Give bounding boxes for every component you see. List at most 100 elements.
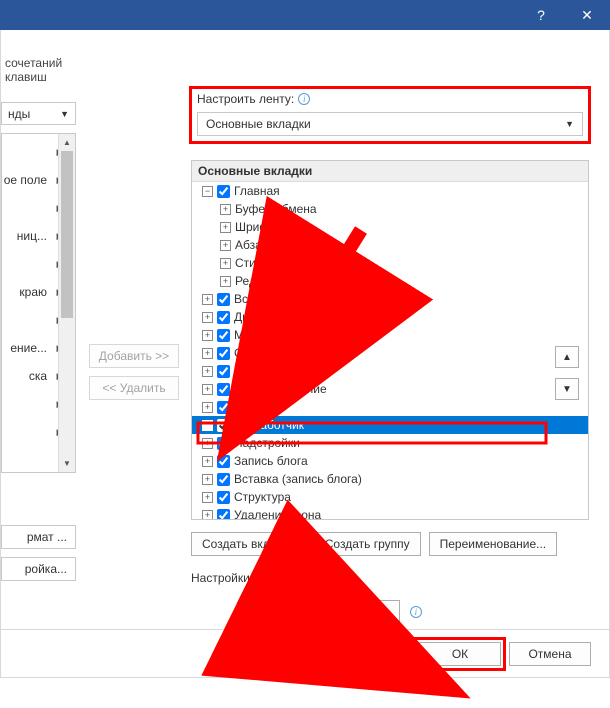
expand-icon[interactable]: + — [202, 474, 213, 485]
chevron-down-icon: ▼ — [313, 573, 322, 583]
tree-checkbox[interactable] — [217, 293, 230, 306]
tree-checkbox[interactable] — [217, 185, 230, 198]
tree-label: Буфер обмена — [235, 202, 317, 216]
expand-icon[interactable]: + — [202, 348, 213, 359]
left-combo-value: нды — [8, 107, 30, 121]
chevron-down-icon: ▼ — [60, 109, 69, 119]
tree-checkbox[interactable] — [217, 455, 230, 468]
tree-label: Стили — [235, 256, 270, 270]
titlebar: ? ✕ — [0, 0, 610, 30]
tree-label: Редактирование — [235, 274, 326, 288]
dialog-content: сочетаний клавиш нды ▼ ▶ое поле▶▶ниц...▶… — [0, 30, 610, 678]
chevron-down-icon: ▼ — [382, 607, 391, 617]
help-button[interactable]: ? — [518, 0, 564, 30]
tree-node[interactable]: + Разработчик — [192, 416, 588, 434]
rename-button[interactable]: Переименование... — [429, 532, 558, 556]
ok-button[interactable]: ОК — [419, 642, 501, 666]
ribbon-combo[interactable]: Основные вкладки ▼ — [197, 112, 583, 136]
expand-icon[interactable]: + — [202, 420, 213, 431]
import-export-dropdown[interactable]: Импорт и экспорт ▼ — [269, 600, 400, 624]
expand-icon[interactable]: + — [220, 204, 231, 215]
move-up-button[interactable]: ▲ — [555, 346, 579, 368]
reorder-controls: ▲ ▼ — [555, 346, 579, 400]
tree-header: Основные вкладки — [192, 161, 588, 182]
expand-icon[interactable]: + — [202, 510, 213, 520]
tree-checkbox[interactable] — [217, 311, 230, 324]
tree-checkbox[interactable] — [217, 329, 230, 342]
transfer-buttons: Добавить >> << Удалить — [89, 344, 179, 408]
tree-label: Вставка (запись блога) — [234, 472, 362, 486]
tree-checkbox[interactable] — [217, 365, 230, 378]
scrollbar[interactable]: ▲ ▼ — [58, 134, 75, 472]
expand-icon[interactable]: + — [220, 276, 231, 287]
tree-checkbox[interactable] — [217, 491, 230, 504]
tree-node[interactable]: + Стили — [192, 254, 588, 272]
expand-icon[interactable]: + — [220, 258, 231, 269]
move-down-button[interactable]: ▼ — [555, 378, 579, 400]
tree-node[interactable]: + Рецензирование — [192, 380, 588, 398]
scroll-up-icon[interactable]: ▲ — [59, 134, 75, 151]
expand-icon[interactable]: + — [202, 330, 213, 341]
tree-label: Рецензирование — [234, 382, 327, 396]
chevron-down-icon: ▼ — [565, 119, 574, 129]
tree-checkbox[interactable] — [217, 347, 230, 360]
expand-icon[interactable]: + — [202, 492, 213, 503]
tree-label: Дизайн — [234, 310, 274, 324]
tree-label: Вид — [234, 400, 256, 414]
scroll-thumb[interactable] — [61, 151, 73, 318]
tree-label: Запись блога — [234, 454, 308, 468]
tree-checkbox[interactable] — [217, 473, 230, 486]
tree-node[interactable]: + Дизайн — [192, 308, 588, 326]
tree-node[interactable]: + Вставка (запись блога) — [192, 470, 588, 488]
tree-node[interactable]: + Структура — [192, 488, 588, 506]
expand-icon[interactable]: + — [202, 366, 213, 377]
scroll-down-icon[interactable]: ▼ — [59, 455, 75, 472]
new-tab-button[interactable]: Создать вкладку — [191, 532, 306, 556]
tree-node[interactable]: +Ссылки — [192, 344, 588, 362]
tree-label: Шрифт — [235, 220, 274, 234]
tree-label: Разработчик — [234, 418, 304, 432]
tree-checkbox[interactable] — [217, 383, 230, 396]
tree-node[interactable]: +Макет — [192, 326, 588, 344]
left-list[interactable]: ▶ое поле▶▶ниц...▶▶краю▶▶ение...▶ска▶▶▶ ▲… — [1, 133, 76, 473]
expand-icon[interactable]: + — [202, 438, 213, 449]
tree-node[interactable]: +Удаление фона — [192, 506, 588, 519]
tree-node[interactable]: + Вставка — [192, 290, 588, 308]
tree-checkbox[interactable] — [217, 401, 230, 414]
tree-node[interactable]: + Запись блога — [192, 452, 588, 470]
tree-node[interactable]: + Буфер обмена — [192, 200, 588, 218]
tree-node[interactable]: + Вид — [192, 398, 588, 416]
tree-node[interactable]: + Шрифт — [192, 218, 588, 236]
left-panel: сочетаний клавиш нды ▼ ▶ое поле▶▶ниц...▶… — [1, 30, 76, 627]
tree-node[interactable]: + Редактирование — [192, 272, 588, 290]
left-format-button[interactable]: рмат ... — [1, 525, 76, 549]
expand-icon[interactable]: + — [202, 384, 213, 395]
expand-icon[interactable]: + — [202, 312, 213, 323]
tree-label: Структура — [234, 490, 291, 504]
tree-checkbox[interactable] — [217, 419, 230, 432]
tree-label: Вставка — [234, 292, 279, 306]
expand-icon[interactable]: + — [202, 294, 213, 305]
tree-node[interactable]: −Главная — [192, 182, 588, 200]
tree-checkbox[interactable] — [217, 509, 230, 520]
info-icon[interactable]: i — [298, 93, 310, 105]
expand-icon[interactable]: + — [202, 456, 213, 467]
expand-icon[interactable]: + — [220, 240, 231, 251]
tree-label: Рассылки — [234, 364, 288, 378]
reset-dropdown[interactable]: Сброс ▼ — [263, 566, 331, 590]
left-config-button[interactable]: ройка... — [1, 557, 76, 581]
expand-icon[interactable]: + — [202, 402, 213, 413]
tree-checkbox[interactable] — [217, 437, 230, 450]
cancel-button[interactable]: Отмена — [509, 642, 591, 666]
collapse-icon[interactable]: − — [202, 186, 213, 197]
left-combo[interactable]: нды ▼ — [1, 102, 76, 125]
info-icon[interactable]: i — [410, 606, 422, 618]
tree-node[interactable]: +Надстройки — [192, 434, 588, 452]
tree-node[interactable]: + Рассылки — [192, 362, 588, 380]
info-icon[interactable]: i — [341, 572, 353, 584]
tree-node[interactable]: + Абзац — [192, 236, 588, 254]
tree-label: Абзац — [235, 238, 269, 252]
expand-icon[interactable]: + — [220, 222, 231, 233]
new-group-button[interactable]: Создать группу — [314, 532, 421, 556]
close-button[interactable]: ✕ — [564, 0, 610, 30]
